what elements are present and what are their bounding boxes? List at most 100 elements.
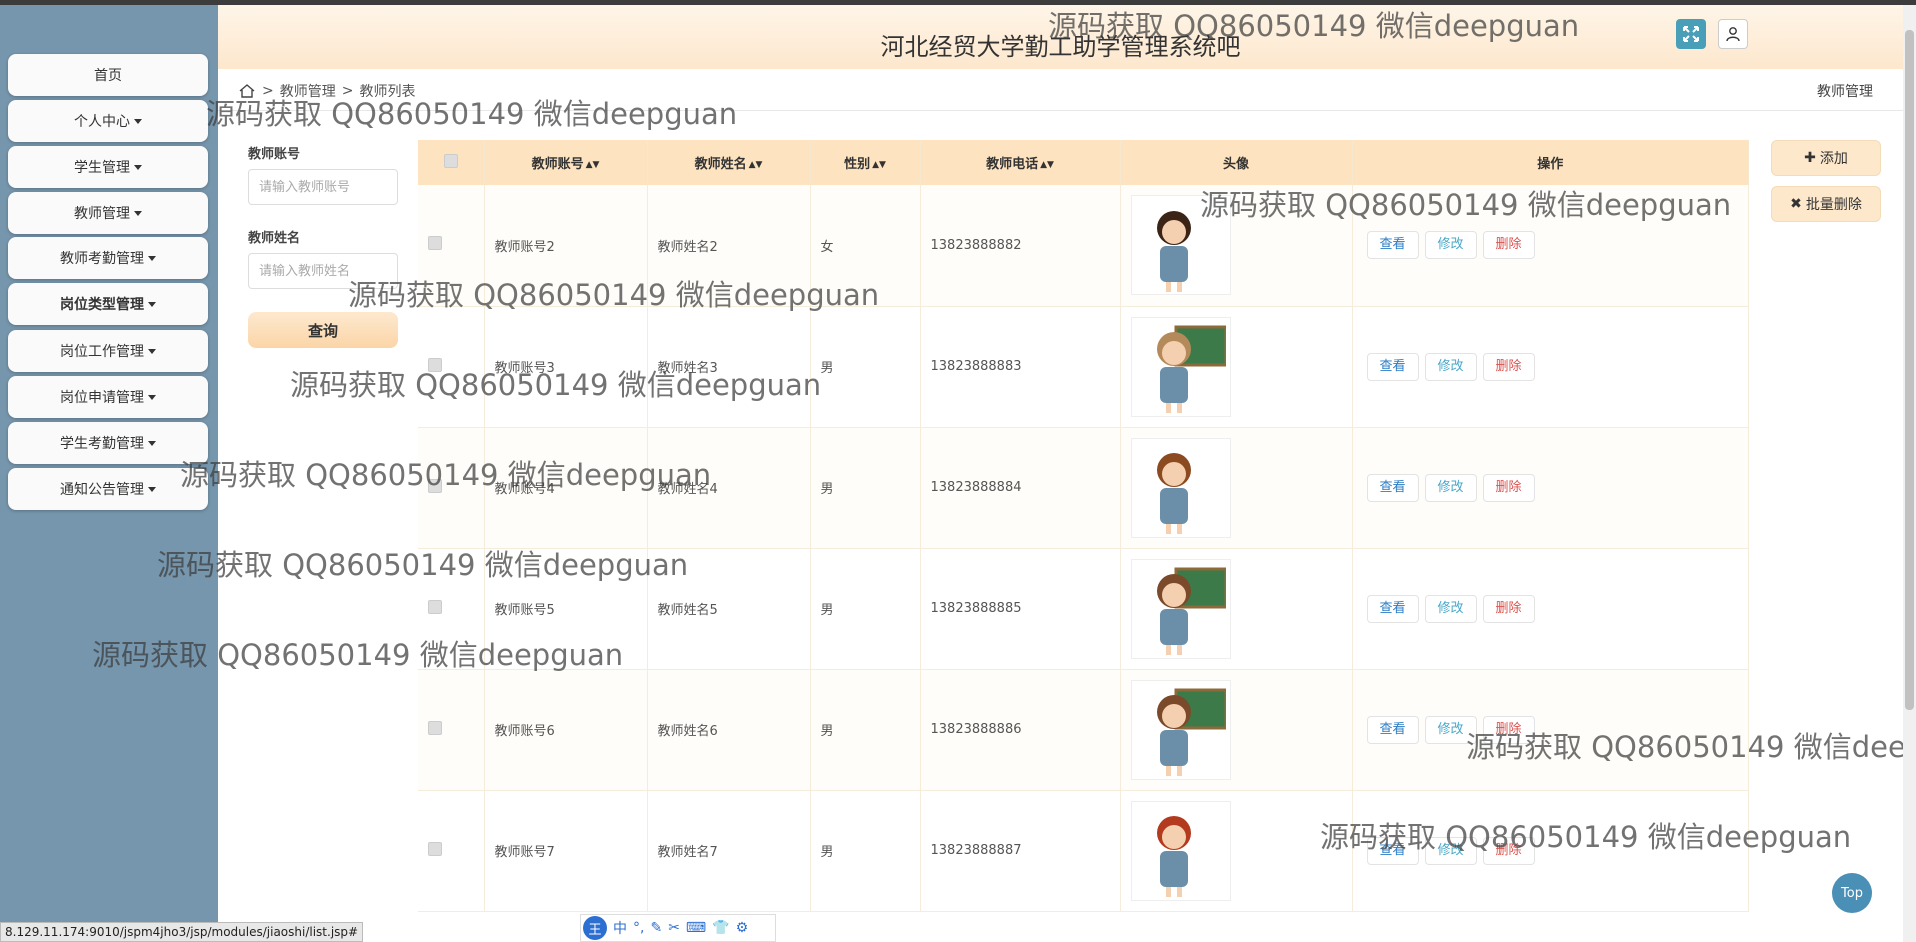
user-button[interactable] <box>1718 19 1748 49</box>
add-label: 添加 <box>1819 151 1848 167</box>
cell-phone: 13823888886 <box>920 669 1121 791</box>
delete-button[interactable]: 删除 <box>1482 594 1535 623</box>
col-phone[interactable]: 教师电话 ▲▼ <box>920 140 1121 185</box>
view-button[interactable]: 查看 <box>1366 352 1419 381</box>
cell-actions: 查看 修改 删除 <box>1352 185 1749 307</box>
ime-pen-icon[interactable]: ✎ <box>650 920 662 936</box>
sidebar-item-teacher-attendance[interactable]: 教师考勤管理 <box>8 237 208 279</box>
cell-name: 教师姓名4 <box>647 427 811 549</box>
sidebar-item-position-apply[interactable]: 岗位申请管理 <box>8 376 208 418</box>
view-button[interactable]: 查看 <box>1366 594 1419 623</box>
scrollbar-thumb[interactable] <box>1905 30 1914 710</box>
sidebar-item-label: 学生考勤管理 <box>60 436 144 452</box>
row-select-cell <box>418 185 485 307</box>
section-label: 教师管理 <box>1817 84 1873 100</box>
sort-icon: ▲▼ <box>872 159 886 170</box>
fullscreen-button[interactable] <box>1676 19 1706 49</box>
cell-actions: 查看 修改 删除 <box>1352 790 1749 912</box>
edit-button[interactable]: 修改 <box>1424 594 1477 623</box>
cell-account: 教师账号4 <box>484 427 648 549</box>
delete-button[interactable]: 删除 <box>1482 352 1535 381</box>
cell-name: 教师姓名3 <box>647 306 811 428</box>
sidebar-item-label: 首页 <box>94 68 122 84</box>
avatar <box>1130 558 1231 659</box>
row-checkbox[interactable] <box>428 720 442 735</box>
caret-down-icon <box>148 301 156 307</box>
view-button[interactable]: 查看 <box>1366 231 1419 260</box>
back-to-top-button[interactable]: Top <box>1832 873 1872 913</box>
sidebar-item-notice-mgmt[interactable]: 通知公告管理 <box>8 468 208 510</box>
status-url: 8.129.11.174:9010/jspm4jho3/jsp/modules/… <box>0 922 364 942</box>
plus-icon: ✚ <box>1804 150 1816 166</box>
user-icon <box>1726 27 1740 42</box>
view-button[interactable]: 查看 <box>1366 836 1419 865</box>
col-actions: 操作 <box>1352 140 1749 185</box>
cell-name: 教师姓名6 <box>647 669 811 791</box>
sidebar-item-student-attendance[interactable]: 学生考勤管理 <box>8 422 208 464</box>
edit-button[interactable]: 修改 <box>1424 473 1477 502</box>
table-row: 教师账号7 教师姓名7 男 13823888887 查看 修改 删除 <box>418 790 1749 912</box>
ime-keyboard-icon[interactable]: ⌨ <box>686 920 706 936</box>
page-scrollbar[interactable] <box>1903 5 1916 942</box>
row-checkbox[interactable] <box>428 478 442 493</box>
table-row: 教师账号2 教师姓名2 女 13823888882 查看 修改 删除 <box>418 185 1749 307</box>
caret-down-icon <box>134 118 142 124</box>
row-checkbox[interactable] <box>428 841 442 856</box>
view-button[interactable]: 查看 <box>1366 473 1419 502</box>
home-icon[interactable] <box>238 83 256 99</box>
delete-button[interactable]: 删除 <box>1482 836 1535 865</box>
expand-icon <box>1683 26 1699 42</box>
edit-button[interactable]: 修改 <box>1424 715 1477 744</box>
cell-gender: 男 <box>810 427 921 549</box>
delete-button[interactable]: 删除 <box>1482 473 1535 502</box>
sidebar-item-position-work[interactable]: 岗位工作管理 <box>8 330 208 372</box>
view-button[interactable]: 查看 <box>1366 715 1419 744</box>
edit-button[interactable]: 修改 <box>1424 836 1477 865</box>
ime-skin-icon[interactable]: 👕 <box>712 920 729 936</box>
sidebar-item-personal-center[interactable]: 个人中心 <box>8 100 208 142</box>
batch-delete-button[interactable]: ✖ 批量删除 <box>1771 186 1881 222</box>
ime-punct-icon[interactable]: °, <box>633 920 644 936</box>
ime-mode[interactable]: 中 <box>613 918 627 938</box>
delete-button[interactable]: 删除 <box>1482 231 1535 260</box>
cell-name: 教师姓名7 <box>647 790 811 912</box>
cell-account: 教师账号5 <box>484 548 648 670</box>
account-input[interactable] <box>248 169 398 205</box>
edit-button[interactable]: 修改 <box>1424 352 1477 381</box>
cell-account: 教师账号2 <box>484 185 648 307</box>
cell-gender: 女 <box>810 185 921 307</box>
cell-phone: 13823888883 <box>920 306 1121 428</box>
col-gender[interactable]: 性别 ▲▼ <box>810 140 921 185</box>
query-button[interactable]: 查询 <box>248 312 398 348</box>
avatar <box>1130 679 1231 780</box>
col-label: 教师姓名 <box>694 157 747 172</box>
ime-toolbar: 王 中 °, ✎ ✂ ⌨ 👕 ⚙ <box>580 914 776 942</box>
sidebar-item-teacher-mgmt[interactable]: 教师管理 <box>8 192 208 234</box>
col-avatar: 头像 <box>1120 140 1353 185</box>
ime-logo[interactable]: 王 <box>583 916 607 940</box>
caret-down-icon <box>148 348 156 354</box>
name-input[interactable] <box>248 253 398 289</box>
row-checkbox[interactable] <box>428 236 442 251</box>
breadcrumb-teacher-mgmt[interactable]: 教师管理 <box>280 81 336 101</box>
ime-settings-icon[interactable]: ⚙ <box>736 920 749 936</box>
cell-name: 教师姓名5 <box>647 548 811 670</box>
cell-phone: 13823888887 <box>920 790 1121 912</box>
sidebar-item-home[interactable]: 首页 <box>8 54 208 96</box>
sidebar-item-position-type[interactable]: 岗位类型管理 <box>8 283 208 325</box>
sidebar-item-label: 岗位工作管理 <box>60 344 144 360</box>
row-checkbox[interactable] <box>428 357 442 372</box>
col-name[interactable]: 教师姓名 ▲▼ <box>647 140 811 185</box>
select-all-checkbox[interactable] <box>443 153 458 168</box>
add-button[interactable]: ✚ 添加 <box>1771 140 1881 176</box>
ime-scissors-icon[interactable]: ✂ <box>668 920 680 936</box>
sidebar-item-label: 学生管理 <box>74 160 130 176</box>
row-checkbox[interactable] <box>428 599 442 614</box>
cell-actions: 查看 修改 删除 <box>1352 306 1749 428</box>
cell-avatar <box>1120 427 1353 549</box>
col-account[interactable]: 教师账号 ▲▼ <box>484 140 648 185</box>
avatar <box>1130 316 1231 417</box>
delete-button[interactable]: 删除 <box>1482 715 1535 744</box>
sidebar-item-student-mgmt[interactable]: 学生管理 <box>8 146 208 188</box>
edit-button[interactable]: 修改 <box>1424 231 1477 260</box>
